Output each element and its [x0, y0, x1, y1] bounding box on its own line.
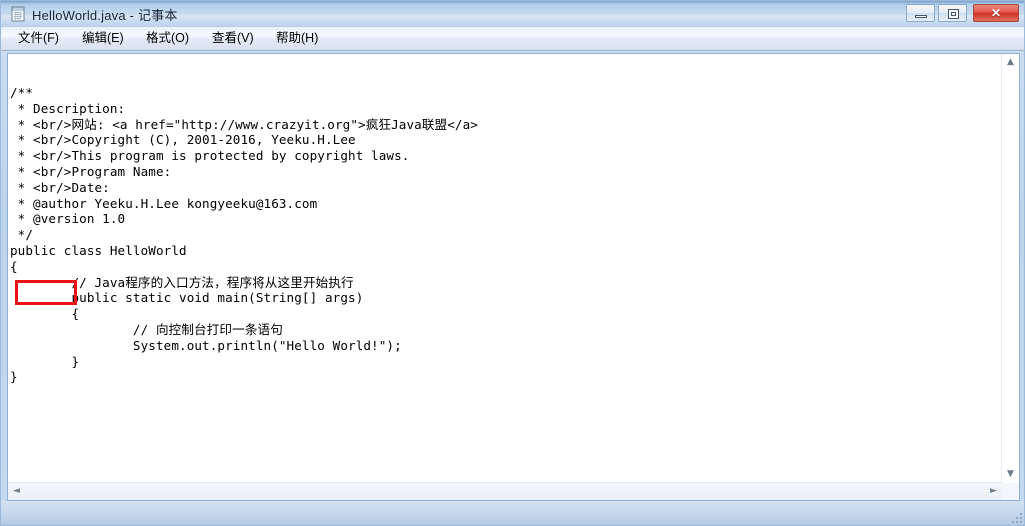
title-bar[interactable]: HelloWorld.java - 记事本 ✕ — [1, 1, 1024, 28]
menu-item-help[interactable]: 帮助(H) — [273, 30, 321, 47]
maximize-button[interactable] — [938, 4, 967, 22]
horizontal-scrollbar[interactable]: ◄ ► — [8, 482, 1002, 500]
menu-item-format[interactable]: 格式(O) — [143, 30, 192, 47]
minimize-button[interactable] — [906, 4, 935, 22]
minimize-icon — [915, 15, 927, 18]
scroll-left-icon[interactable]: ◄ — [8, 483, 25, 500]
scroll-down-icon[interactable]: ▼ — [1002, 466, 1019, 483]
maximize-icon — [948, 9, 959, 19]
menu-item-view[interactable]: 查看(V) — [209, 30, 257, 47]
source-code-text[interactable]: /** * Description: * <br/>网站: <a href="h… — [10, 85, 478, 385]
close-button[interactable]: ✕ — [973, 4, 1019, 22]
text-editor-frame: /** * Description: * <br/>网站: <a href="h… — [7, 53, 1020, 501]
scrollbar-corner — [1002, 483, 1019, 500]
text-editor-area[interactable]: /** * Description: * <br/>网站: <a href="h… — [8, 54, 1019, 500]
notepad-window: HelloWorld.java - 记事本 ✕ 文件(F) 编辑(E) 格式(O… — [0, 0, 1025, 526]
notepad-document-icon — [10, 6, 26, 22]
close-icon: ✕ — [990, 6, 1002, 20]
resize-grip[interactable] — [1011, 511, 1023, 523]
window-title: HelloWorld.java - 记事本 — [32, 8, 178, 23]
menu-bar: 文件(F) 编辑(E) 格式(O) 查看(V) 帮助(H) — [1, 27, 1024, 51]
menu-item-edit[interactable]: 编辑(E) — [79, 30, 127, 47]
scroll-right-icon[interactable]: ► — [985, 483, 1002, 500]
window-bottom-chrome — [1, 501, 1024, 525]
scroll-up-icon[interactable]: ▲ — [1002, 54, 1019, 71]
vertical-scrollbar[interactable]: ▲ ▼ — [1001, 54, 1019, 483]
menu-item-file[interactable]: 文件(F) — [15, 30, 62, 47]
